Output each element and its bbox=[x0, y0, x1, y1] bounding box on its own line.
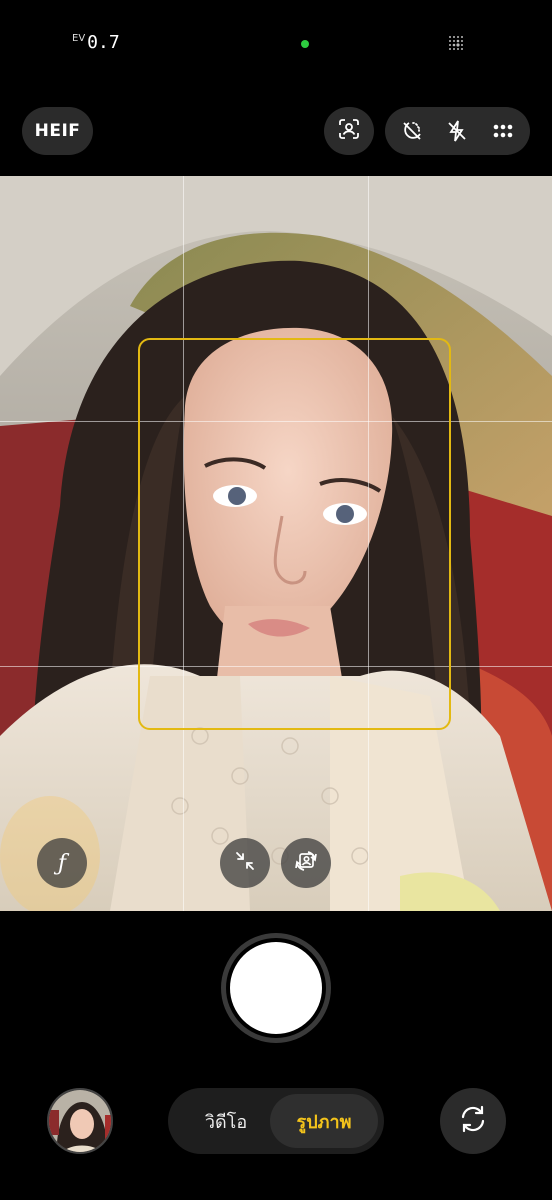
switch-camera-icon bbox=[456, 1102, 490, 1140]
last-photo-thumbnail bbox=[49, 1090, 111, 1152]
shutter-button[interactable] bbox=[221, 933, 331, 1043]
mode-video-label: วิดีโอ bbox=[204, 1111, 248, 1133]
shutter-inner bbox=[230, 942, 322, 1034]
ev-label: EV bbox=[72, 33, 86, 44]
portrait-focus-button[interactable] bbox=[324, 107, 374, 155]
face-detection-box bbox=[138, 338, 451, 730]
ev-value: 0.7 bbox=[87, 32, 120, 53]
mode-photo[interactable]: รูปภาพ bbox=[270, 1094, 378, 1148]
viewfinder[interactable]: ƒ bbox=[0, 176, 552, 911]
mode-switcher: วิดีโอ รูปภาพ bbox=[168, 1088, 384, 1154]
more-options-icon[interactable] bbox=[486, 114, 520, 148]
portrait-rotate-icon bbox=[293, 848, 319, 878]
exposure-value: EV 0.7 bbox=[72, 32, 120, 53]
format-label: HEIF bbox=[34, 121, 81, 141]
camera-options-group bbox=[385, 107, 530, 155]
collapse-view-button[interactable] bbox=[220, 838, 270, 888]
switch-camera-button[interactable] bbox=[440, 1088, 506, 1154]
collapse-arrows-icon bbox=[233, 849, 257, 877]
filter-off-icon[interactable] bbox=[395, 114, 429, 148]
flash-off-icon[interactable] bbox=[440, 114, 474, 148]
aperture-label: ƒ bbox=[57, 850, 67, 876]
mode-photo-label: รูปภาพ bbox=[296, 1111, 352, 1133]
format-button[interactable]: HEIF bbox=[22, 107, 93, 155]
portrait-switch-button[interactable] bbox=[281, 838, 331, 888]
gallery-thumbnail[interactable] bbox=[47, 1088, 113, 1154]
aperture-button[interactable]: ƒ bbox=[37, 838, 87, 888]
mode-video[interactable]: วิดีโอ bbox=[176, 1094, 276, 1148]
portrait-focus-icon bbox=[337, 117, 361, 145]
camera-active-indicator bbox=[301, 40, 309, 48]
grid-icon[interactable] bbox=[447, 34, 467, 54]
